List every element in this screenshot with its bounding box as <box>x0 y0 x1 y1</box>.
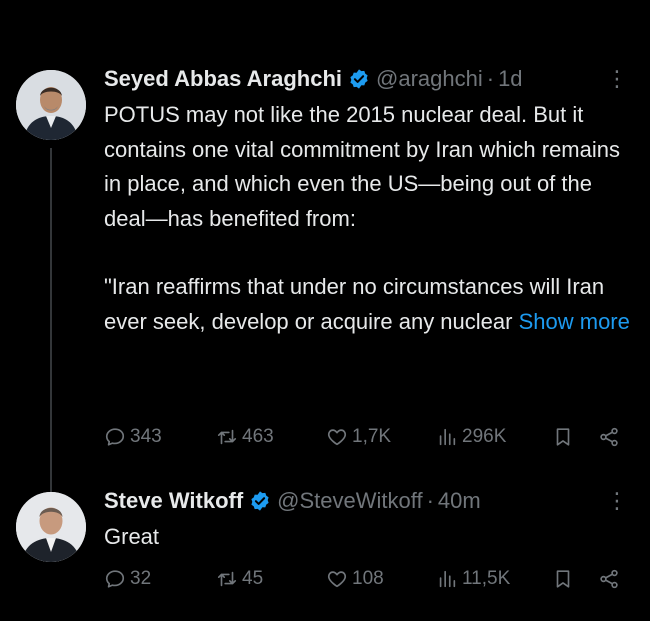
reply-count: 343 <box>130 426 162 447</box>
bookmark-button[interactable] <box>552 422 578 452</box>
reply-button[interactable]: 32 <box>104 564 151 594</box>
like-count: 108 <box>352 568 384 589</box>
more-options-icon[interactable]: ⋮ <box>606 64 628 94</box>
show-more-link[interactable]: Show more <box>519 309 630 334</box>
author-name[interactable]: Seyed Abbas Araghchi <box>104 66 342 92</box>
heart-icon <box>327 429 347 446</box>
timestamp[interactable]: 1d <box>498 66 522 92</box>
bookmark-button[interactable] <box>552 564 578 594</box>
avatar[interactable] <box>16 492 86 562</box>
repost-button[interactable]: 463 <box>216 422 274 452</box>
like-button[interactable]: 1,7K <box>326 422 391 452</box>
verified-badge-icon[interactable] <box>348 68 370 90</box>
share-icon <box>600 569 618 589</box>
verified-badge-icon[interactable] <box>249 490 271 512</box>
tweet-text: Great <box>104 520 634 555</box>
reply-button[interactable]: 343 <box>104 422 162 452</box>
views-button[interactable]: 11,5K <box>436 564 510 594</box>
share-button[interactable] <box>598 422 624 452</box>
tweet-paragraph-1: Great <box>104 524 160 549</box>
tweet-text: POTUS may not like the 2015 nuclear deal… <box>104 98 634 339</box>
views-chart-icon <box>439 570 456 588</box>
share-button[interactable] <box>598 564 624 594</box>
tweet-header: Steve Witkoff @SteveWitkoff · 40m ⋮ <box>104 486 630 516</box>
tweet-actions: 32 45 108 11,5K <box>104 564 634 594</box>
views-count: 11,5K <box>462 568 511 589</box>
views-button[interactable]: 296K <box>436 422 506 452</box>
like-button[interactable]: 108 <box>326 564 384 594</box>
avatar-portrait-icon <box>16 492 86 562</box>
reply-icon <box>105 570 125 588</box>
repost-icon <box>217 429 237 445</box>
repost-count: 45 <box>242 568 264 589</box>
views-chart-icon <box>439 428 456 446</box>
like-count: 1,7K <box>352 426 392 447</box>
separator-dot: · <box>486 66 495 91</box>
repost-icon <box>217 571 237 587</box>
tweet-actions: 343 463 1,7K 296K <box>104 422 634 452</box>
timestamp[interactable]: 40m <box>438 488 481 514</box>
reply-count: 32 <box>130 568 152 589</box>
avatar[interactable] <box>16 70 86 140</box>
tweet-paragraph-2: "Iran reaffirms that under no circumstan… <box>104 270 634 339</box>
tweet-paragraph-1: POTUS may not like the 2015 nuclear deal… <box>104 102 620 231</box>
tweet-header: Seyed Abbas Araghchi @araghchi · 1d ⋮ <box>104 64 630 94</box>
repost-button[interactable]: 45 <box>216 564 263 594</box>
author-handle[interactable]: @SteveWitkoff <box>277 488 422 514</box>
share-icon <box>600 427 618 447</box>
bookmark-icon <box>556 428 570 446</box>
views-count: 296K <box>462 426 507 447</box>
bookmark-icon <box>556 570 570 588</box>
separator-dot: · <box>426 488 434 513</box>
reply-icon <box>105 428 125 446</box>
thread-connector-line <box>50 148 52 520</box>
author-handle[interactable]: @araghchi <box>376 66 483 92</box>
more-options-icon[interactable]: ⋮ <box>606 486 628 516</box>
avatar-portrait-icon <box>16 70 86 140</box>
repost-count: 463 <box>242 426 274 447</box>
heart-icon <box>327 571 347 588</box>
author-name[interactable]: Steve Witkoff <box>104 488 243 514</box>
